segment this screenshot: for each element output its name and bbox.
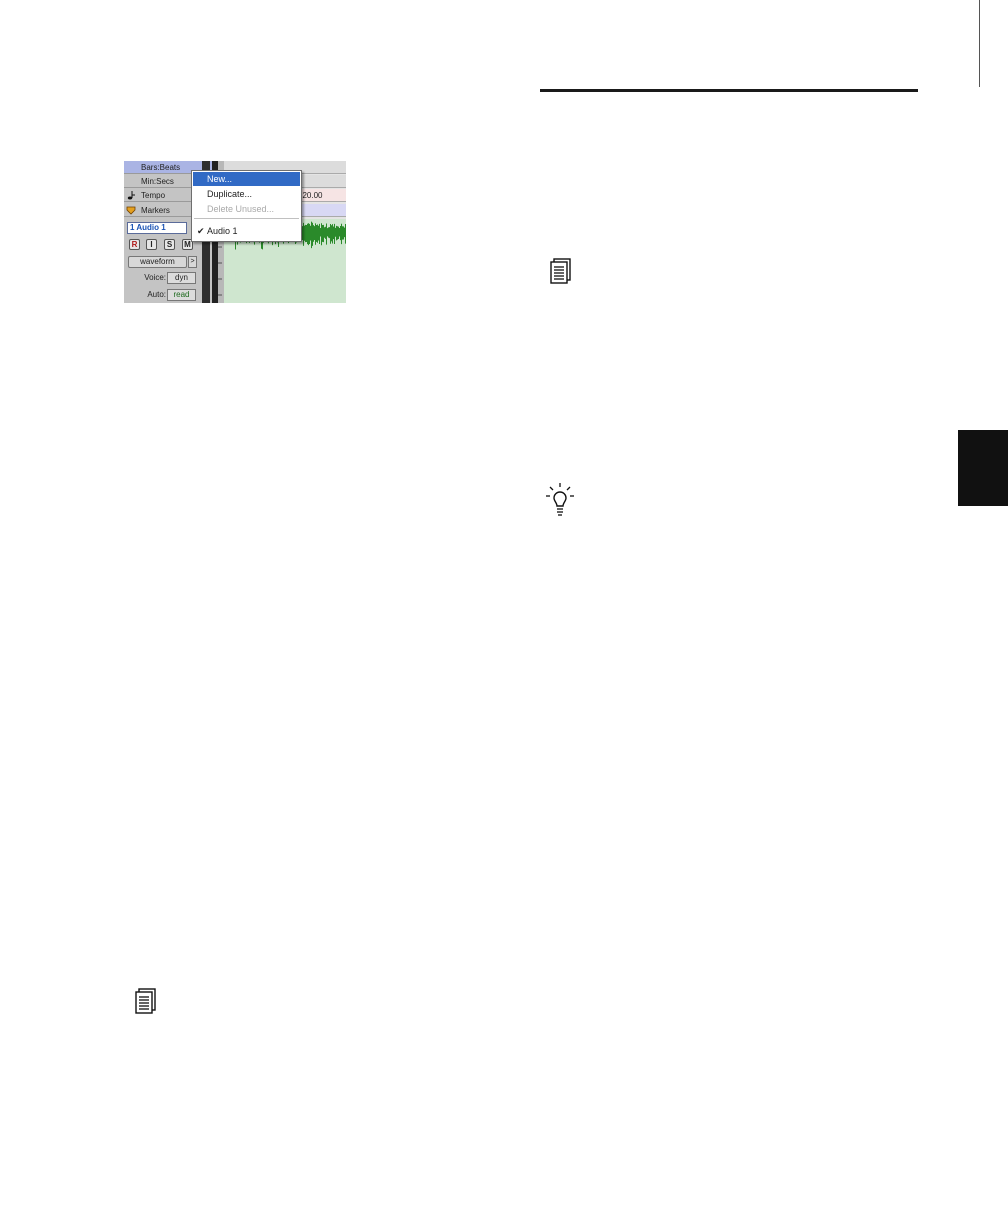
menu-separator xyxy=(194,218,299,219)
track-view-arrow[interactable]: > xyxy=(188,256,197,268)
menu-item-delete-unused: Delete Unused... xyxy=(207,204,275,214)
note-document-icon xyxy=(550,258,571,284)
note-document-icon xyxy=(135,988,156,1014)
ruler-label: Bars:Beats xyxy=(141,162,181,172)
chapter-thumb-tab xyxy=(958,430,1008,506)
solo-button[interactable]: S xyxy=(164,239,175,250)
input-monitor-button[interactable]: I xyxy=(146,239,157,250)
track-name-field[interactable]: 1 Audio 1 xyxy=(127,222,187,234)
ruler-label: Min:Secs xyxy=(141,176,174,186)
record-enable-button[interactable]: R xyxy=(129,239,140,250)
automation-mode-selector[interactable]: read xyxy=(167,289,196,301)
voice-label: Voice: xyxy=(144,273,166,282)
section-rule xyxy=(540,89,918,92)
edit-window-screenshot: Bars:Beats Min:Secs Tempo Markers 1 Audi… xyxy=(124,161,346,303)
automation-label: Auto: xyxy=(147,290,166,299)
ruler-label: Markers xyxy=(141,205,170,215)
menu-item-duplicate[interactable]: Duplicate... xyxy=(193,187,300,201)
tempo-note-icon xyxy=(126,190,136,200)
track-view-selector[interactable]: waveform xyxy=(128,256,187,268)
checkmark-icon: ✔ xyxy=(197,226,205,236)
menu-item-playlist-audio-1[interactable]: ✔ Audio 1 xyxy=(193,224,300,238)
playlist-menu: New... Duplicate... Delete Unused... ✔ A… xyxy=(191,170,302,242)
page-crop-line xyxy=(979,0,980,87)
ruler-label: Tempo xyxy=(141,190,166,200)
lightbulb-tip-icon xyxy=(546,483,574,516)
voice-selector[interactable]: dyn xyxy=(167,272,196,284)
menu-item-new[interactable]: New... xyxy=(193,172,300,186)
menu-item-label: Audio 1 xyxy=(207,226,238,236)
marker-icon xyxy=(126,205,136,215)
